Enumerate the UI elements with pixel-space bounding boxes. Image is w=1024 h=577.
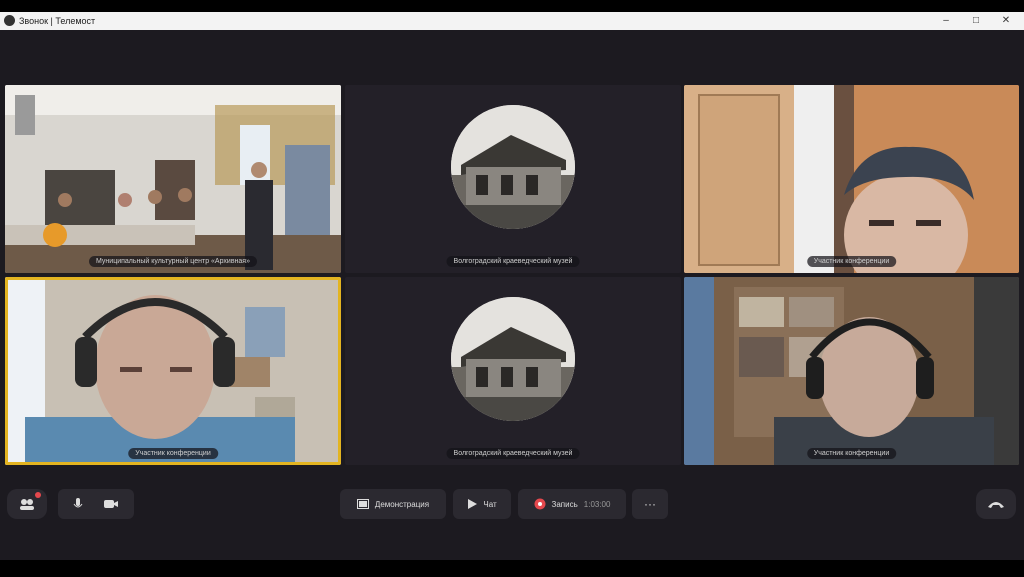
participant-name: Муниципальный культурный центр «Архивная… bbox=[89, 256, 257, 267]
participants-icon bbox=[20, 499, 34, 510]
screen-share-icon bbox=[356, 499, 369, 509]
more-icon: ··· bbox=[644, 497, 656, 511]
screen-share-button[interactable]: Демонстрация bbox=[340, 489, 446, 519]
participants-button[interactable] bbox=[7, 489, 47, 519]
participant-video bbox=[684, 85, 1019, 273]
media-controls bbox=[58, 489, 134, 519]
microphone-icon[interactable] bbox=[73, 497, 83, 511]
participant-video bbox=[684, 277, 1019, 465]
close-icon[interactable]: ✕ bbox=[994, 14, 1018, 28]
leave-call-button[interactable] bbox=[976, 489, 1016, 519]
record-button[interactable]: Запись 1:03:00 bbox=[518, 489, 626, 519]
play-icon bbox=[468, 499, 478, 509]
window-titlebar: Звонок | Телемост – □ ✕ bbox=[0, 12, 1024, 30]
chat-label: Чат bbox=[483, 499, 497, 509]
video-tile[interactable]: Волгоградский краеведческий музей bbox=[345, 85, 681, 273]
video-tile[interactable]: Участник конференции bbox=[684, 85, 1019, 273]
participant-video bbox=[5, 85, 341, 273]
notification-dot bbox=[35, 492, 41, 498]
hang-up-icon bbox=[988, 502, 1004, 508]
participant-video bbox=[5, 277, 341, 465]
camera-icon[interactable] bbox=[103, 498, 119, 510]
participant-name: Волгоградский краеведческий музей bbox=[446, 448, 580, 459]
participant-name: Волгоградский краеведческий музей bbox=[446, 256, 580, 267]
screen-share-label: Демонстрация bbox=[374, 499, 430, 509]
video-stage: Муниципальный культурный центр «Архивная… bbox=[0, 30, 1024, 560]
participant-avatar bbox=[451, 105, 575, 229]
record-icon bbox=[534, 498, 546, 510]
record-time: 1:03:00 bbox=[583, 499, 611, 509]
chat-button[interactable]: Чат bbox=[453, 489, 511, 519]
participant-name: Участник конференции bbox=[128, 448, 218, 459]
maximize-icon[interactable]: □ bbox=[964, 14, 988, 28]
window-title: Звонок | Телемост bbox=[19, 16, 96, 26]
video-tile[interactable]: Участник конференции bbox=[684, 277, 1019, 465]
app-icon bbox=[4, 15, 15, 26]
avatar-image bbox=[451, 297, 575, 421]
minimize-icon[interactable]: – bbox=[934, 14, 958, 28]
record-label: Запись bbox=[551, 499, 578, 509]
avatar-image bbox=[451, 105, 575, 229]
participant-name: Участник конференции bbox=[806, 256, 897, 267]
bottom-strip bbox=[0, 560, 1024, 577]
participant-avatar bbox=[451, 297, 575, 421]
video-tile[interactable]: Волгоградский краеведческий музей bbox=[345, 277, 681, 465]
participant-name: Участник конференции bbox=[806, 448, 897, 459]
video-tile-active-speaker[interactable]: Участник конференции bbox=[5, 277, 341, 465]
more-button[interactable]: ··· bbox=[632, 489, 668, 519]
video-tile[interactable]: Муниципальный культурный центр «Архивная… bbox=[5, 85, 341, 273]
